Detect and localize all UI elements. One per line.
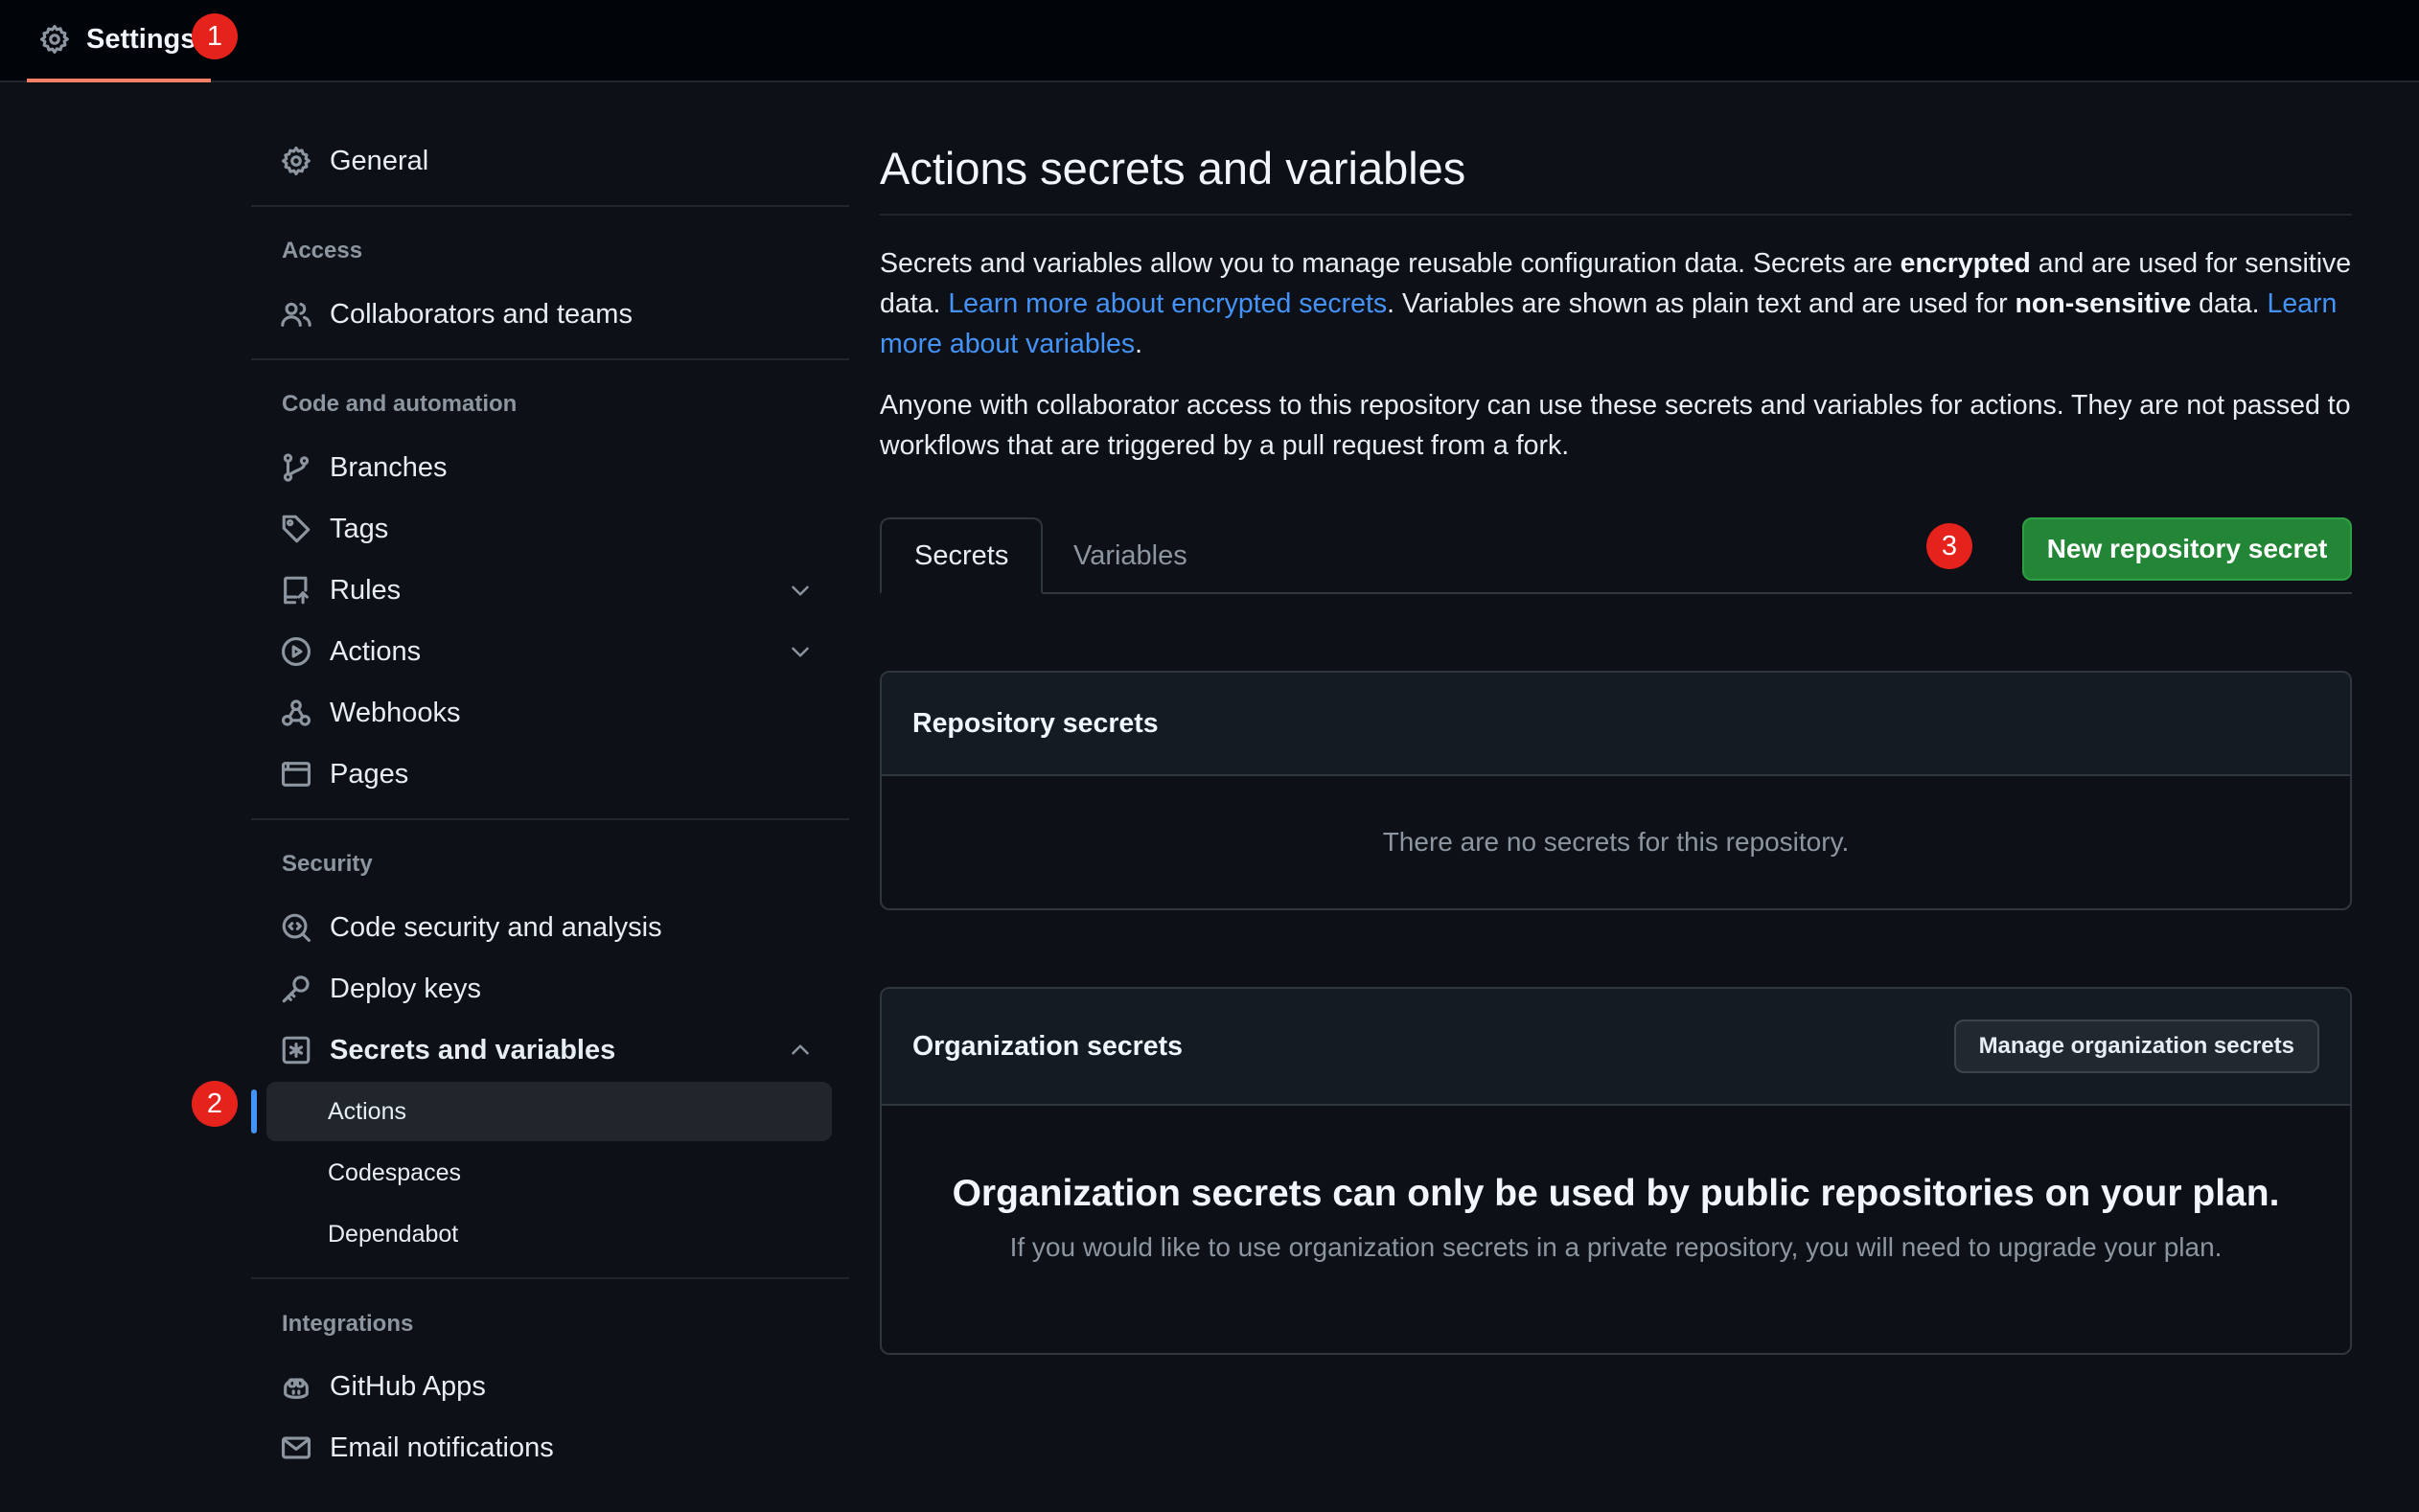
sidebar-item-label: Code security and analysis [330, 911, 662, 943]
desc-text: data. [2191, 288, 2268, 319]
manage-organization-secrets-button[interactable]: Manage organization secrets [1953, 1019, 2319, 1073]
gear-icon [39, 24, 69, 55]
sidebar-item-label: Actions [330, 635, 422, 667]
sidebar-item-label: Webhooks [330, 697, 461, 728]
play-icon [281, 636, 311, 667]
sidebar-item-label: Email notifications [330, 1432, 554, 1463]
chevron-down-icon[interactable] [788, 639, 813, 664]
section-title-access: Access [282, 238, 363, 263]
sidebar-item-webhooks[interactable]: Webhooks [266, 684, 832, 742]
chevron-up-icon[interactable] [788, 1038, 813, 1063]
organization-secrets-blankslate: Organization secrets can only be used by… [882, 1106, 2350, 1353]
tab-secrets[interactable]: Secrets [880, 517, 1044, 594]
desc-text: . [1135, 329, 1143, 359]
people-icon [281, 302, 311, 327]
sidebar-item-actions[interactable]: Actions [266, 623, 832, 680]
annotation-badge-2: 2 [192, 1081, 238, 1127]
repository-secrets-header: Repository secrets [882, 673, 2350, 776]
repository-secrets-box: Repository secrets There are no secrets … [880, 671, 2352, 910]
sidebar-item-secrets-variables[interactable]: Secrets and variables [266, 1021, 832, 1079]
gear-icon [281, 146, 311, 176]
webhook-icon [281, 699, 311, 726]
sidebar-divider [251, 818, 849, 820]
git-branch-icon [283, 453, 310, 482]
codescan-icon [282, 913, 311, 943]
sidebar-item-deploy-keys[interactable]: Deploy keys [266, 960, 832, 1018]
sidebar-item-general[interactable]: General [266, 132, 832, 190]
sidebar-item-label: Dependabot [328, 1220, 459, 1248]
organization-secrets-header: Organization secrets Manage organization… [882, 989, 2350, 1106]
repository-secrets-title: Repository secrets [912, 707, 1159, 739]
section-title-security: Security [282, 851, 373, 877]
section-title-code-automation: Code and automation [282, 391, 518, 417]
mail-icon [281, 1436, 311, 1459]
blankslate-title: Organization secrets can only be used by… [952, 1173, 2280, 1214]
copilot-icon [284, 1378, 309, 1399]
sidebar-divider [251, 1277, 849, 1279]
sidebar-item-label: Codespaces [328, 1158, 461, 1186]
sidebar-item-label: Secrets and variables [330, 1034, 616, 1065]
asterisk-box-icon [282, 1036, 311, 1065]
sidebar-item-github-apps[interactable]: GitHub Apps [266, 1358, 832, 1415]
organization-secrets-box: Organization secrets Manage organization… [880, 987, 2352, 1355]
settings-tab-label: Settings [86, 23, 196, 55]
page-title: Actions secrets and variables [880, 143, 1466, 194]
title-divider [880, 214, 2352, 216]
sidebar-divider [251, 205, 849, 207]
sidebar-subitem-actions[interactable]: Actions [266, 1082, 832, 1141]
browser-icon [281, 762, 311, 787]
desc-bold-encrypted: encrypted [1900, 248, 2031, 279]
description-secrets: Secrets and variables allow you to manag… [880, 243, 2352, 364]
desc-text: . Variables are shown as plain text and … [1387, 288, 2016, 319]
new-repository-secret-button[interactable]: New repository secret [2022, 517, 2352, 581]
section-title-integrations: Integrations [282, 1311, 414, 1337]
sidebar-item-label: Pages [330, 758, 409, 790]
sidebar-subitem-dependabot[interactable]: Dependabot [266, 1204, 832, 1264]
description-collaborator-access: Anyone with collaborator access to this … [880, 390, 2351, 461]
repository-secrets-empty: There are no secrets for this repository… [1382, 827, 1850, 857]
sidebar-item-label: Actions [328, 1097, 406, 1125]
sidebar-item-email-notifications[interactable]: Email notifications [266, 1419, 832, 1477]
sidebar-item-label: Deploy keys [330, 973, 481, 1004]
tab-variables[interactable]: Variables [1041, 517, 1220, 594]
sidebar-item-label: Rules [330, 574, 402, 606]
tab-settings[interactable]: Settings [27, 0, 211, 82]
sidebar-item-label: Collaborators and teams [330, 298, 633, 330]
sidebar-item-pages[interactable]: Pages [266, 745, 832, 803]
sidebar-subitem-codespaces[interactable]: Codespaces [266, 1143, 832, 1203]
top-bar: Settings 1 [0, 0, 2419, 82]
sidebar-item-tags[interactable]: Tags [266, 500, 832, 558]
repo-push-icon [284, 576, 309, 605]
annotation-badge-3: 3 [1926, 523, 1972, 569]
link-encrypted-secrets[interactable]: Learn more about encrypted secrets [948, 288, 1387, 319]
tag-icon [282, 515, 311, 543]
blankslate-description: If you would like to use organization se… [1009, 1232, 2223, 1262]
sidebar-item-label: Branches [330, 451, 448, 483]
sidebar-item-label: Tags [330, 513, 389, 544]
desc-text: Secrets and variables allow you to manag… [880, 248, 1901, 279]
sidebar-item-code-security[interactable]: Code security and analysis [266, 899, 832, 956]
sidebar-item-label: GitHub Apps [330, 1370, 486, 1402]
chevron-down-icon[interactable] [788, 578, 813, 603]
sidebar-item-branches[interactable]: Branches [266, 439, 832, 496]
sidebar-item-label: General [330, 145, 429, 176]
sidebar-item-rules[interactable]: Rules [266, 561, 832, 619]
organization-secrets-title: Organization secrets [912, 1030, 1183, 1062]
key-icon [282, 975, 310, 1003]
active-indicator [251, 1089, 257, 1134]
desc-bold-non-sensitive: non-sensitive [2015, 288, 2192, 319]
annotation-badge-1: 1 [192, 13, 238, 59]
sidebar-divider [251, 358, 849, 360]
sidebar-item-collaborators[interactable]: Collaborators and teams [266, 286, 832, 343]
